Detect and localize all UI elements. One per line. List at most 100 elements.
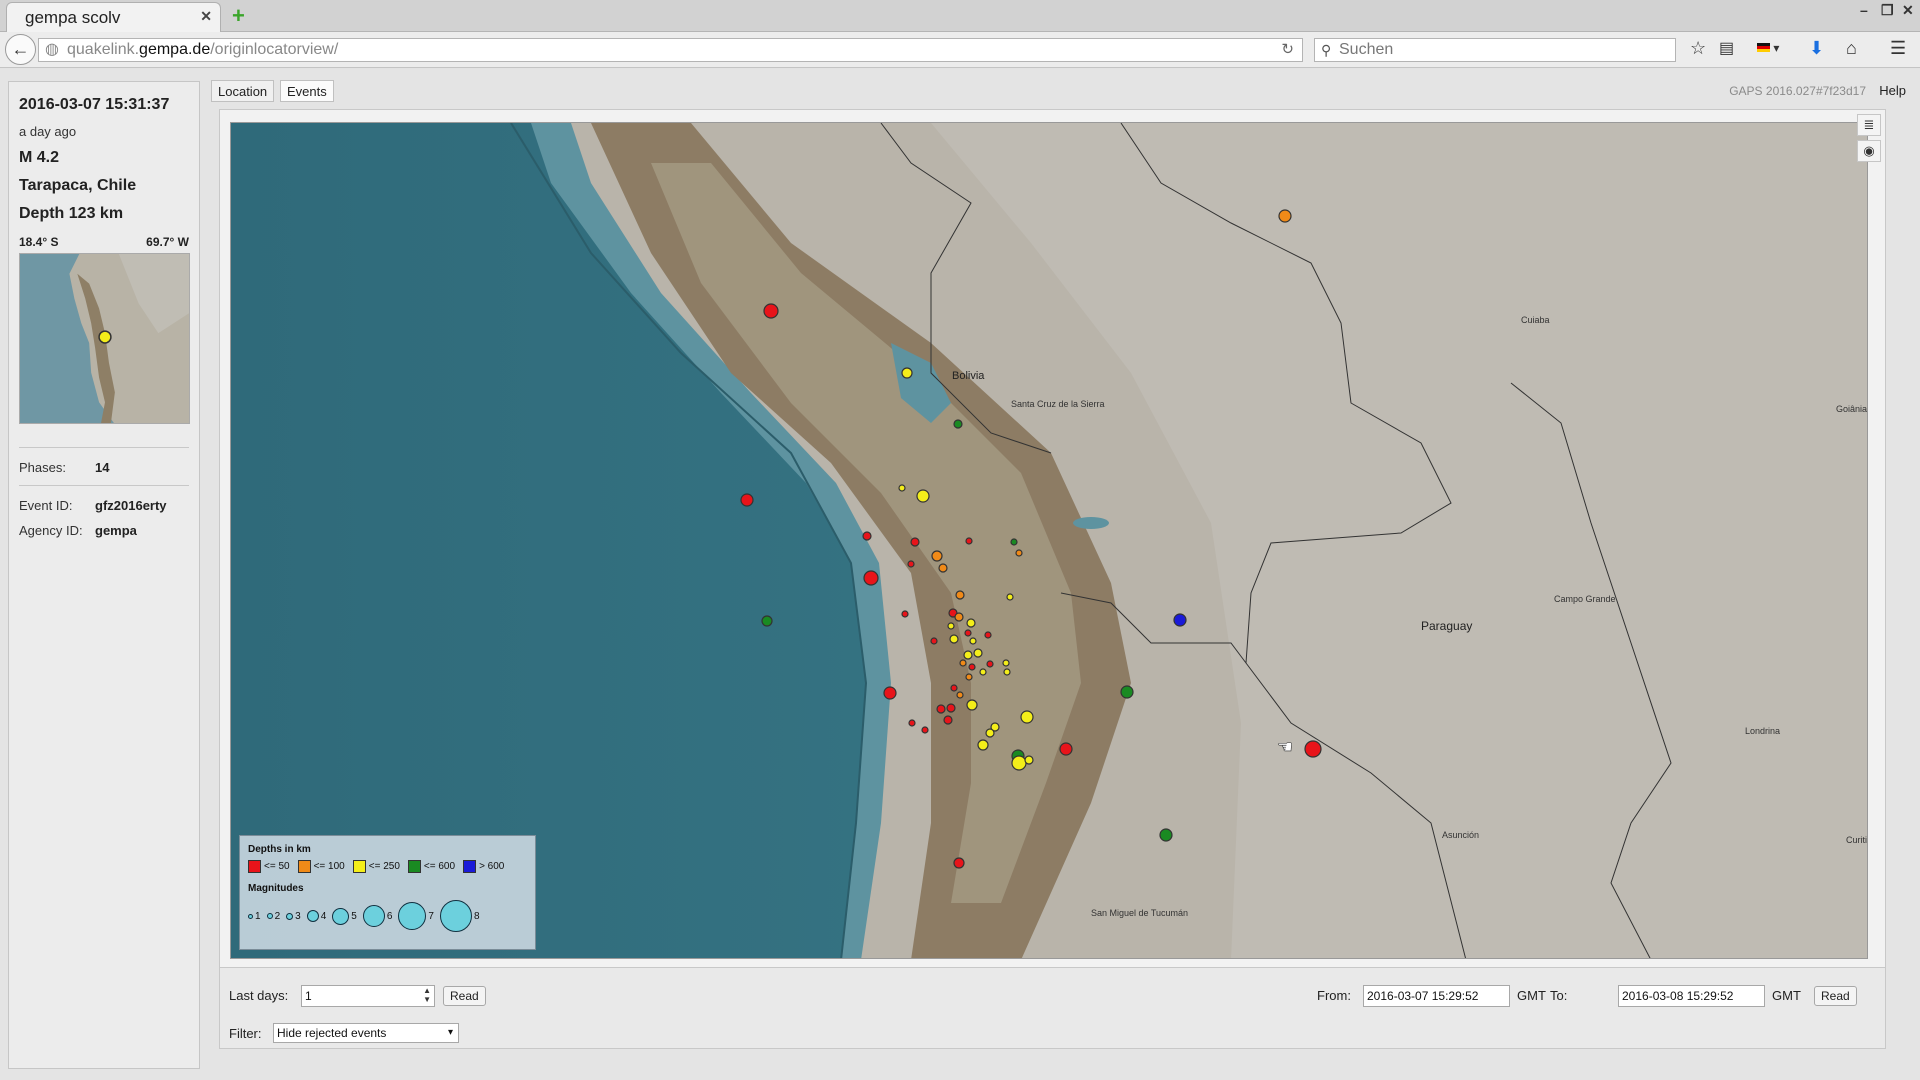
event-marker[interactable] [965,673,973,681]
event-marker[interactable] [968,663,976,671]
filter-select[interactable]: Hide rejected events ▾ [273,1023,459,1043]
event-marker[interactable] [931,550,943,562]
event-marker[interactable] [1015,549,1023,557]
spinner-arrows-icon[interactable]: ▲ ▼ [423,986,431,1004]
event-marker[interactable] [984,631,992,639]
event-marker[interactable] [963,650,973,660]
event-marker[interactable] [740,493,754,507]
event-marker[interactable] [938,563,948,573]
event-marker[interactable] [955,590,965,600]
event-marker[interactable] [1010,538,1018,546]
menu-icon[interactable]: ☰ [1890,38,1906,59]
event-marker[interactable] [966,618,976,628]
url-bar[interactable]: ◍ quakelink.gempa.de/originlocatorview/ … [38,38,1303,62]
event-marker[interactable] [954,612,964,622]
event-marker[interactable] [863,570,879,586]
browser-tab[interactable]: gempa scolv ✕ [6,2,221,32]
event-marker[interactable] [898,484,906,492]
reading-list-icon[interactable]: ▤ [1719,38,1734,58]
restore-icon[interactable]: ❐ [1881,2,1894,19]
legend-mag-item: 1 [248,911,261,922]
event-marker[interactable] [953,857,965,869]
phases-label: Phases: [19,460,66,475]
event-marker[interactable] [966,699,978,711]
event-marker[interactable] [907,560,915,568]
map-label-campo-grande: Campo Grande [1554,594,1616,604]
home-icon[interactable]: ⌂ [1846,38,1857,59]
event-marker[interactable] [901,610,909,618]
globe-view-icon[interactable]: ◉ [1857,140,1881,162]
event-marker[interactable] [986,660,994,668]
event-marker[interactable] [1020,710,1034,724]
back-arrow-icon[interactable]: ← [5,34,36,65]
event-marker[interactable] [1002,659,1010,667]
window-close-icon[interactable]: ✕ [1902,2,1914,19]
language-flag-icon[interactable]: ▾ [1757,41,1779,55]
event-marker[interactable] [943,715,953,725]
event-map[interactable]: Bolivia Santa Cruz de la Sierra Paraguay… [230,122,1868,959]
map-panel: Bolivia Santa Cruz de la Sierra Paraguay… [219,109,1886,1038]
event-marker[interactable] [936,704,946,714]
event-marker[interactable] [1011,755,1027,771]
event-marker[interactable] [1120,685,1134,699]
event-marker[interactable] [1059,742,1073,756]
event-marker[interactable] [883,686,897,700]
reload-icon[interactable]: ↻ [1281,39,1294,61]
new-tab-icon[interactable]: + [232,3,245,29]
event-marker[interactable] [901,367,913,379]
browser-nav-bar: ← ◍ quakelink.gempa.de/originlocatorview… [0,32,1920,68]
map-label-paraguay: Paraguay [1421,619,1472,633]
event-marker[interactable] [964,629,972,637]
minimize-icon[interactable]: – [1860,2,1868,18]
event-marker[interactable] [979,668,987,676]
event-marker[interactable] [763,303,779,319]
event-marker[interactable] [1003,668,1011,676]
filter-controls: Last days: 1 ▲ ▼ Read From: 2016-03-07 15… [219,967,1886,1049]
map-label-curitiba: Curitib [1846,835,1868,845]
event-marker[interactable] [1006,593,1014,601]
legend-depth-item: <= 50 [248,860,290,873]
event-marker[interactable] [1024,755,1034,765]
event-marker[interactable] [761,615,773,627]
search-placeholder: Suchen [1339,41,1394,58]
from-input[interactable]: 2016-03-07 15:29:52 [1363,985,1510,1007]
event-marker[interactable] [950,684,958,692]
event-marker[interactable] [1173,613,1187,627]
event-marker[interactable] [930,637,938,645]
tab-events[interactable]: Events [280,80,334,102]
list-view-icon[interactable]: ≣ [1857,114,1881,136]
event-marker[interactable] [916,489,930,503]
map-canvas[interactable]: Bolivia Santa Cruz de la Sierra Paraguay… [231,123,1868,959]
event-time: 2016-03-07 15:31:37 [19,96,170,113]
event-marker[interactable] [1304,740,1322,758]
event-marker[interactable] [1159,828,1173,842]
event-marker[interactable] [969,637,977,645]
event-marker[interactable] [965,537,973,545]
event-marker[interactable] [910,537,920,547]
event-marker[interactable] [977,739,989,751]
to-input[interactable]: 2016-03-08 15:29:52 [1618,985,1765,1007]
event-id-row: Event ID: gfz2016erty [19,498,189,513]
event-marker[interactable] [921,726,929,734]
event-marker[interactable] [973,648,983,658]
event-marker[interactable] [862,531,872,541]
help-link[interactable]: Help [1879,83,1906,98]
event-marker[interactable] [956,691,964,699]
event-marker[interactable] [953,419,963,429]
last-days-input[interactable]: 1 ▲ ▼ [301,985,435,1007]
search-input[interactable]: ⚲ Suchen [1314,38,1676,62]
event-marker[interactable] [949,634,959,644]
download-icon[interactable]: ⬇ [1809,38,1824,59]
close-tab-icon[interactable]: ✕ [200,8,212,25]
event-marker[interactable] [1278,209,1292,223]
read-range-button[interactable]: Read [1814,986,1857,1006]
event-overview-map[interactable] [19,253,190,424]
event-marker[interactable] [959,659,967,667]
event-marker[interactable] [908,719,916,727]
event-marker[interactable] [985,728,995,738]
event-marker[interactable] [947,622,955,630]
read-button[interactable]: Read [443,986,486,1006]
event-marker[interactable] [946,703,956,713]
bookmark-star-icon[interactable]: ☆ [1690,38,1706,59]
tab-location[interactable]: Location [211,80,275,102]
